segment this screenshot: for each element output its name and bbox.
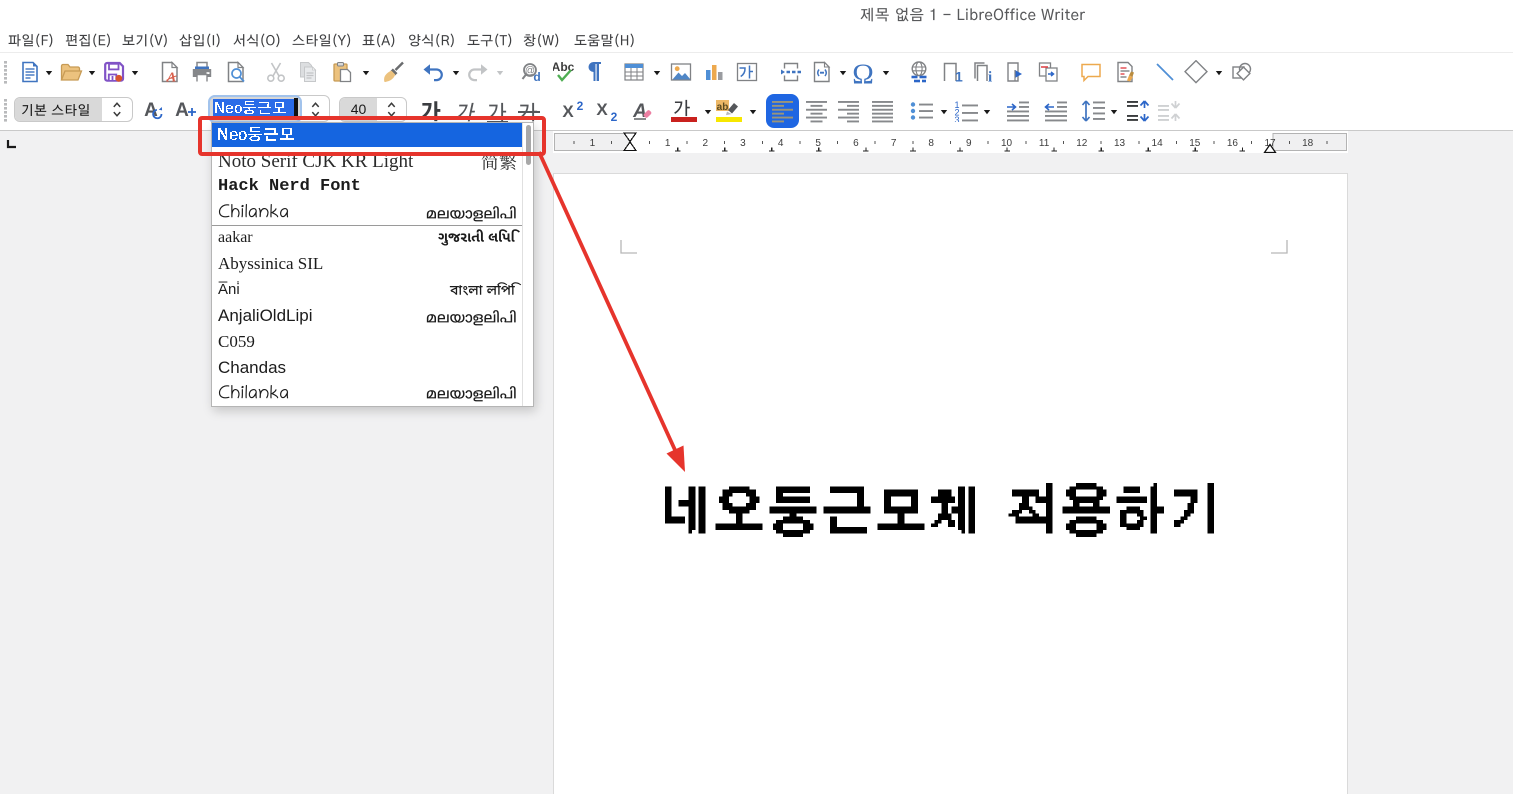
svg-text:15: 15 — [1189, 138, 1201, 149]
svg-text:3: 3 — [740, 138, 746, 149]
svg-text:14: 14 — [1152, 138, 1164, 149]
svg-text:Abc: Abc — [553, 60, 575, 74]
svg-text:11: 11 — [1039, 138, 1050, 149]
svg-text:16: 16 — [1227, 138, 1239, 149]
svg-text:8: 8 — [928, 138, 934, 149]
svg-text:X: X — [596, 100, 608, 119]
svg-text:18: 18 — [1302, 138, 1314, 149]
svg-text:3: 3 — [954, 115, 959, 122]
svg-text:i: i — [988, 70, 992, 85]
svg-text:7: 7 — [891, 138, 897, 149]
svg-text:13: 13 — [1114, 138, 1126, 149]
svg-text:1: 1 — [955, 69, 963, 85]
svg-text:9: 9 — [966, 138, 972, 149]
svg-text:10: 10 — [1001, 138, 1013, 149]
svg-text:2: 2 — [577, 99, 584, 113]
svg-text:6: 6 — [853, 138, 859, 149]
svg-text:d: d — [533, 70, 540, 84]
svg-text:Ω: Ω — [852, 60, 874, 84]
svg-text:A: A — [175, 100, 189, 121]
svg-text:5: 5 — [815, 138, 821, 149]
svg-text:ab: ab — [717, 102, 729, 113]
svg-text:4: 4 — [778, 138, 784, 149]
svg-text:12: 12 — [1076, 138, 1088, 149]
svg-text:X: X — [562, 102, 574, 121]
svg-text:2: 2 — [611, 110, 618, 124]
